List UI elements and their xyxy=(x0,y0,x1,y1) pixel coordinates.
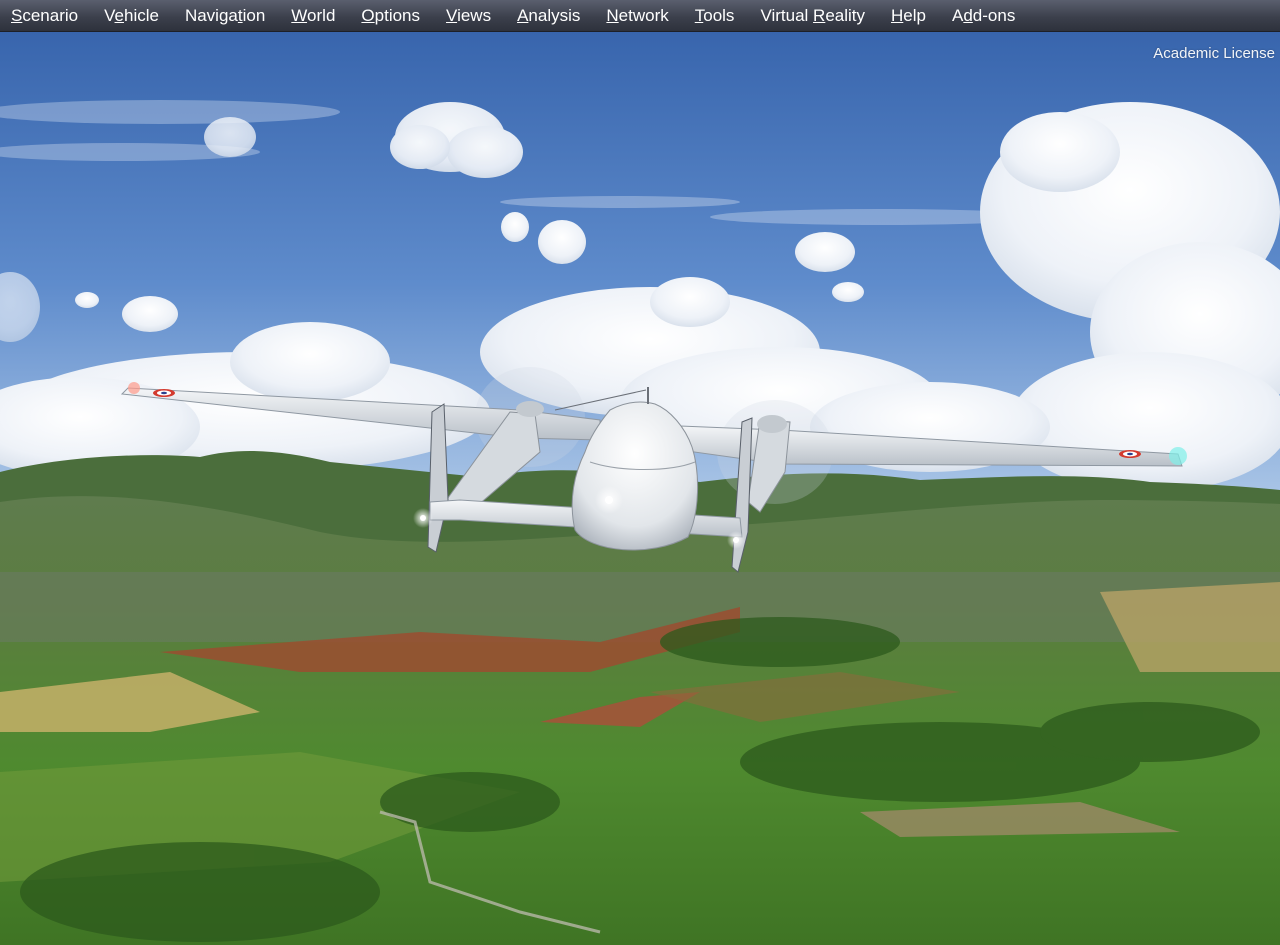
menu-world[interactable]: World xyxy=(278,0,348,32)
menu-bar: Scenario Vehicle Navigation World Option… xyxy=(0,0,1280,32)
flight-scene-viewport[interactable] xyxy=(0,32,1280,945)
menu-analysis[interactable]: Analysis xyxy=(504,0,593,32)
menu-help[interactable]: Help xyxy=(878,0,939,32)
menu-scenario[interactable]: Scenario xyxy=(0,0,91,32)
menu-network[interactable]: Network xyxy=(593,0,681,32)
menu-navigation[interactable]: Navigation xyxy=(172,0,278,32)
license-label: Academic License xyxy=(1153,45,1275,62)
menu-add-ons[interactable]: Add-ons xyxy=(939,0,1028,32)
menu-vehicle[interactable]: Vehicle xyxy=(91,0,172,32)
menu-virtual-reality[interactable]: Virtual Reality xyxy=(747,0,878,32)
menu-views[interactable]: Views xyxy=(433,0,504,32)
menu-options[interactable]: Options xyxy=(348,0,433,32)
menu-tools[interactable]: Tools xyxy=(682,0,748,32)
town-area xyxy=(0,572,1280,642)
